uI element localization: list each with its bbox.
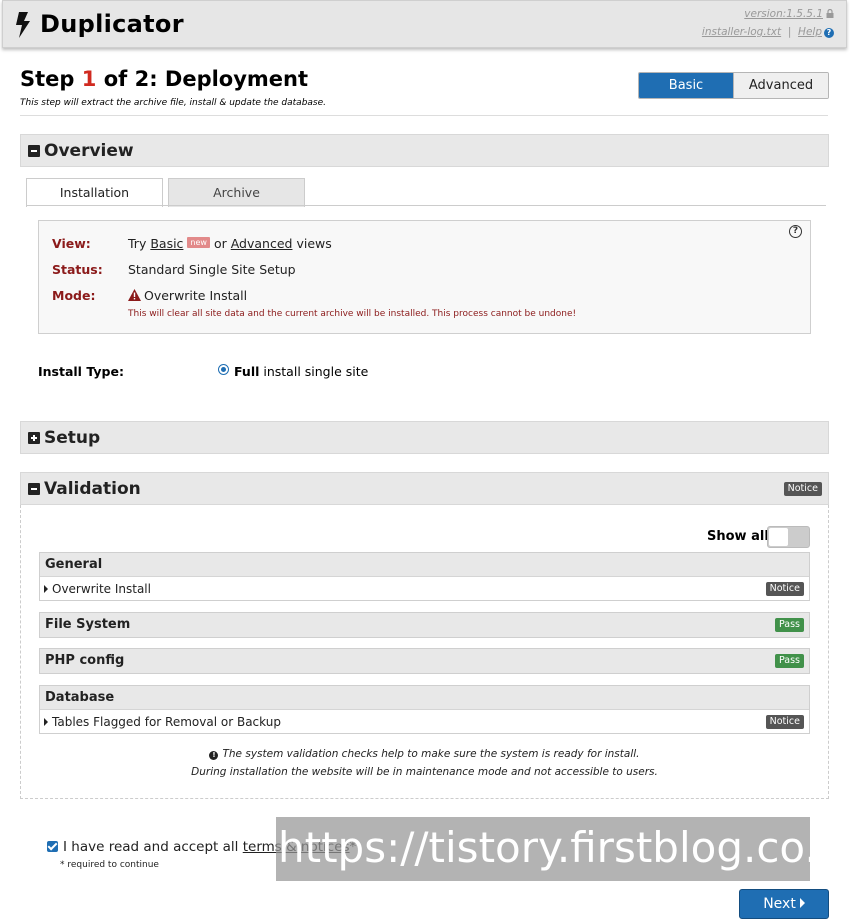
app-header: Duplicator version:1.5.5.1 installer-log…: [2, 0, 847, 48]
divider: [20, 115, 828, 116]
full-install-radio[interactable]: [218, 364, 229, 375]
watermark-overlay: https://tistory.firstblog.co.kr: [276, 817, 810, 881]
group-title: General: [45, 557, 103, 572]
warning-icon: [128, 289, 141, 301]
view-toggle: Basic Advanced: [638, 72, 829, 99]
expand-icon: [28, 432, 40, 444]
caret-right-icon: [799, 898, 805, 908]
view-or-text: or: [213, 236, 227, 251]
overview-heading: Overview: [44, 141, 134, 161]
validation-group-database: Database Tables Flagged for Removal or B…: [39, 685, 810, 734]
install-type-bold: Full: [234, 364, 260, 379]
step-number: 1: [81, 67, 97, 91]
lock-icon: [826, 9, 834, 18]
install-type-label: Install Type:: [38, 364, 124, 379]
mode-key: Mode:: [52, 288, 96, 303]
group-header: General: [40, 553, 809, 577]
group-header: Database: [40, 686, 809, 710]
view-try-text: Try: [128, 236, 147, 251]
pass-badge: Pass: [774, 654, 804, 668]
mode-label: Overwrite Install: [144, 288, 248, 303]
step-subtitle: This step will extract the archive file,…: [20, 98, 327, 108]
caret-right-icon: [44, 585, 48, 593]
mode-warning: This will clear all site data and the cu…: [128, 309, 577, 319]
advanced-view-button[interactable]: Advanced: [733, 73, 828, 98]
step-prefix: Step: [20, 67, 75, 91]
group-title: Database: [45, 690, 115, 705]
validation-note-line1: The system validation checks help to mak…: [222, 748, 640, 760]
tab-installation[interactable]: Installation: [26, 178, 163, 207]
view-views-text: views: [296, 236, 332, 251]
tab-archive[interactable]: Archive: [168, 178, 305, 207]
validation-section-header[interactable]: Validation Notice: [20, 472, 829, 505]
group-header: PHP config Pass: [40, 649, 809, 673]
collapse-icon: [28, 483, 40, 495]
advanced-view-link[interactable]: Advanced: [231, 236, 293, 251]
install-type-rest: install single site: [263, 364, 369, 379]
notice-badge: Notice: [765, 582, 804, 596]
status-value: Standard Single Site Setup: [128, 262, 296, 277]
group-title: PHP config: [45, 653, 125, 668]
notice-badge: Notice: [765, 715, 804, 729]
version-link[interactable]: version:1.5.5.1: [744, 8, 823, 20]
info-icon: !: [209, 751, 219, 760]
validation-heading: Validation: [44, 479, 141, 499]
step-suffix: of 2: Deployment: [103, 67, 309, 91]
show-all-label: Show all: [707, 529, 769, 544]
mode-value: Overwrite Install: [128, 288, 247, 303]
setup-heading: Setup: [44, 428, 101, 448]
collapse-icon: [28, 145, 40, 157]
pass-badge: Pass: [774, 618, 804, 632]
group-title: File System: [45, 617, 131, 632]
overview-panel: ? View: Try Basic new or Advanced views …: [38, 220, 811, 334]
help-link[interactable]: Help: [798, 26, 822, 38]
setup-section-header[interactable]: Setup: [20, 421, 829, 454]
view-value: Try Basic new or Advanced views: [128, 236, 332, 251]
basic-view-link[interactable]: Basic: [150, 236, 183, 251]
view-key: View:: [52, 236, 91, 251]
install-type-value: Full install single site: [234, 364, 368, 379]
overview-section-header[interactable]: Overview: [20, 134, 829, 167]
header-separator: |: [787, 26, 792, 38]
validation-item-label: Overwrite Install: [52, 582, 151, 596]
validation-group-general: General Overwrite Install Notice: [39, 552, 810, 601]
validation-item-label: Tables Flagged for Removal or Backup: [52, 715, 281, 729]
page-title: Step 1 of 2: Deployment: [20, 67, 308, 91]
group-header: File System Pass: [40, 613, 809, 637]
validation-note-line2: During installation the website will be …: [191, 766, 658, 778]
tab-underline: [26, 205, 826, 206]
required-note: * required to continue: [60, 860, 159, 870]
next-button-label: Next: [763, 896, 796, 912]
validation-item[interactable]: Tables Flagged for Removal or Backup Not…: [40, 710, 809, 733]
caret-right-icon: [44, 718, 48, 726]
app-title: Duplicator: [40, 10, 184, 38]
status-key: Status:: [52, 262, 103, 277]
installer-log-link[interactable]: installer-log.txt: [702, 26, 781, 38]
new-badge: new: [187, 237, 210, 248]
header-meta: version:1.5.5.1 installer-log.txt | Help…: [702, 5, 834, 41]
validation-status-badge: Notice: [783, 482, 822, 496]
validation-item[interactable]: Overwrite Install Notice: [40, 577, 809, 600]
validation-note: ! The system validation checks help to ma…: [20, 745, 829, 781]
accept-terms-checkbox[interactable]: [47, 841, 58, 852]
accept-text: I have read and accept all: [63, 839, 239, 855]
next-button[interactable]: Next: [739, 889, 829, 919]
help-icon[interactable]: ?: [824, 28, 834, 38]
validation-group-php-config[interactable]: PHP config Pass: [39, 648, 810, 674]
show-all-toggle[interactable]: [767, 526, 810, 548]
question-icon[interactable]: ?: [789, 225, 802, 238]
bolt-icon: [16, 12, 30, 38]
basic-view-button[interactable]: Basic: [639, 73, 733, 98]
validation-group-file-system[interactable]: File System Pass: [39, 612, 810, 638]
